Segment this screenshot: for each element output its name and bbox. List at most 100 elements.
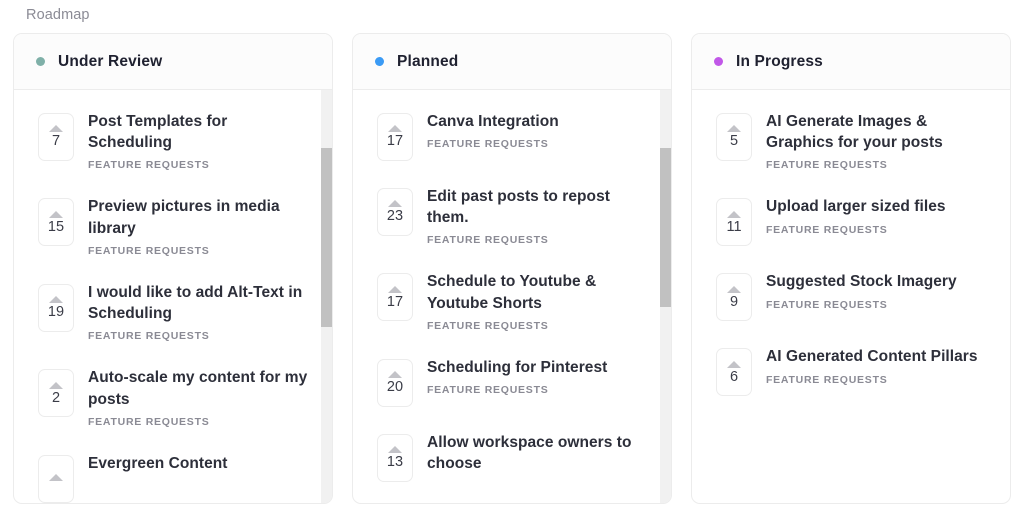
roadmap-item-title[interactable]: Scheduling for Pinterest [427,357,653,378]
roadmap-item-title[interactable]: Edit past posts to repost them. [427,186,653,228]
roadmap-item[interactable]: 13 Allow workspace owners to choose [353,419,671,494]
status-dot-icon [714,57,723,66]
vote-count: 6 [729,368,739,385]
vote-button[interactable]: 23 [377,188,413,236]
upvote-arrow-icon [388,446,402,454]
upvote-arrow-icon [388,125,402,133]
upvote-arrow-icon [727,125,741,133]
column-body-in-progress: 5 AI Generate Images & Graphics for your … [692,90,1010,503]
upvote-arrow-icon [49,381,63,389]
column-scrollbar-thumb[interactable] [321,148,332,327]
roadmap-item-title[interactable]: Post Templates for Scheduling [88,111,314,153]
column-scrollbar[interactable] [321,90,332,503]
vote-count: 5 [729,133,739,150]
roadmap-item[interactable]: 17 Schedule to Youtube & Youtube Shorts FE… [353,258,671,343]
roadmap-page: Roadmap Under Review 7 Post Templates for … [0,0,1024,518]
upvote-arrow-icon [727,360,741,368]
column-title: Planned [397,52,459,70]
upvote-arrow-icon [388,371,402,379]
roadmap-item-board-label: FEATURE REQUESTS [766,373,888,386]
vote-button[interactable]: 9 [716,273,752,322]
roadmap-item-title[interactable]: I would like to add Alt-Text in Scheduli… [88,282,314,324]
vote-button[interactable]: 15 [38,198,74,247]
roadmap-item-board-label: FEATURE REQUESTS [88,330,210,343]
roadmap-column-under-review: Under Review 7 Post Templates for Scheduli… [13,33,333,504]
roadmap-item-title[interactable]: Suggested Stock Imagery [766,271,992,292]
roadmap-item-board-label: FEATURE REQUESTS [427,138,549,151]
roadmap-item-title[interactable]: Upload larger sized files [766,196,992,217]
roadmap-item[interactable]: Evergreen Content [14,440,332,503]
roadmap-item-text: I would like to add Alt-Text in Scheduli… [88,281,314,342]
column-header-under-review: Under Review [14,34,332,90]
roadmap-item-text: Upload larger sized files FEATURE REQUEST… [766,195,992,235]
vote-button[interactable]: 11 [716,198,752,247]
vote-count: 23 [386,208,404,225]
roadmap-column-planned: Planned 17 Canva Integration FEATURE REQUES… [352,33,672,504]
roadmap-item-text: Edit past posts to repost them. FEATURE R… [427,185,653,246]
vote-count: 17 [386,133,404,150]
column-scrollbar[interactable] [660,90,671,503]
upvote-arrow-icon [727,210,741,218]
roadmap-item-board-label: FEATURE REQUESTS [766,223,888,236]
vote-count: 15 [47,218,65,235]
column-body-under-review: 7 Post Templates for Scheduling FEATURE RE… [14,90,332,503]
vote-button[interactable]: 17 [377,273,413,322]
roadmap-item-text: Evergreen Content [88,452,314,480]
vote-button[interactable]: 2 [38,369,74,418]
upvote-arrow-icon [49,210,63,218]
roadmap-item-text: Suggested Stock Imagery FEATURE REQUESTS [766,270,992,310]
roadmap-item[interactable]: 9 Suggested Stock Imagery FEATURE REQUESTS [692,258,1010,333]
roadmap-item-list: 5 AI Generate Images & Graphics for your … [692,98,1010,408]
vote-button[interactable]: 5 [716,113,752,161]
vote-button[interactable]: 13 [377,433,413,482]
vote-count: 7 [51,133,61,150]
roadmap-item-title[interactable]: Schedule to Youtube & Youtube Shorts [427,271,653,313]
roadmap-item-title[interactable]: Allow workspace owners to choose [427,432,653,474]
roadmap-item[interactable]: 2 Auto-scale my content for my posts FEATU… [14,354,332,439]
column-title: In Progress [736,52,823,70]
vote-count: 17 [386,293,404,310]
roadmap-item-board-label: FEATURE REQUESTS [427,234,549,247]
vote-count: 20 [386,379,404,396]
upvote-arrow-icon [49,296,63,304]
roadmap-item-text: Allow workspace owners to choose [427,431,653,480]
column-body-planned: 17 Canva Integration FEATURE REQUESTS 23 Edi… [353,90,671,503]
vote-count: 19 [47,304,65,321]
roadmap-item-board-label: FEATURE REQUESTS [88,244,210,257]
vote-button[interactable] [38,454,74,503]
roadmap-item-title[interactable]: Auto-scale my content for my posts [88,367,314,409]
roadmap-item-title[interactable]: AI Generated Content Pillars [766,346,992,367]
vote-count: 13 [386,454,404,471]
roadmap-item[interactable]: 20 Scheduling for Pinterest FEATURE REQUES… [353,344,671,419]
page-title: Roadmap [26,7,90,23]
upvote-arrow-icon [388,200,402,208]
roadmap-item-text: Schedule to Youtube & Youtube Shorts FEAT… [427,270,653,331]
roadmap-item[interactable]: 23 Edit past posts to repost them. FEATURE… [353,173,671,258]
roadmap-item-board-label: FEATURE REQUESTS [766,159,888,172]
roadmap-item[interactable]: 6 AI Generated Content Pillars FEATURE REQ… [692,333,1010,408]
roadmap-item[interactable]: 11 Upload larger sized files FEATURE REQUE… [692,183,1010,258]
vote-button[interactable]: 7 [38,113,74,161]
status-dot-icon [375,57,384,66]
vote-button[interactable]: 17 [377,113,413,161]
vote-button[interactable]: 6 [716,348,752,397]
roadmap-item[interactable]: 5 AI Generate Images & Graphics for your … [692,98,1010,183]
roadmap-item[interactable]: 15 Preview pictures in media library FEATU… [14,183,332,268]
roadmap-item-title[interactable]: Preview pictures in media library [88,196,314,238]
roadmap-item[interactable]: 19 I would like to add Alt-Text in Schedu… [14,269,332,354]
roadmap-item-text: Auto-scale my content for my posts FEATUR… [88,366,314,427]
column-title: Under Review [58,52,163,70]
roadmap-item-board-label: FEATURE REQUESTS [88,159,210,172]
vote-count: 9 [729,293,739,310]
roadmap-item-title[interactable]: AI Generate Images & Graphics for your p… [766,111,992,153]
roadmap-item-list: 7 Post Templates for Scheduling FEATURE RE… [14,98,332,503]
roadmap-item-title[interactable]: Canva Integration [427,111,653,132]
vote-button[interactable]: 20 [377,358,413,407]
vote-button[interactable]: 19 [38,283,74,332]
roadmap-item[interactable]: 7 Post Templates for Scheduling FEATURE RE… [14,98,332,183]
roadmap-item[interactable]: 17 Canva Integration FEATURE REQUESTS [353,98,671,173]
column-scrollbar-thumb[interactable] [660,148,671,307]
vote-count: 2 [51,389,61,406]
upvote-arrow-icon [49,474,63,482]
roadmap-item-title[interactable]: Evergreen Content [88,453,314,474]
